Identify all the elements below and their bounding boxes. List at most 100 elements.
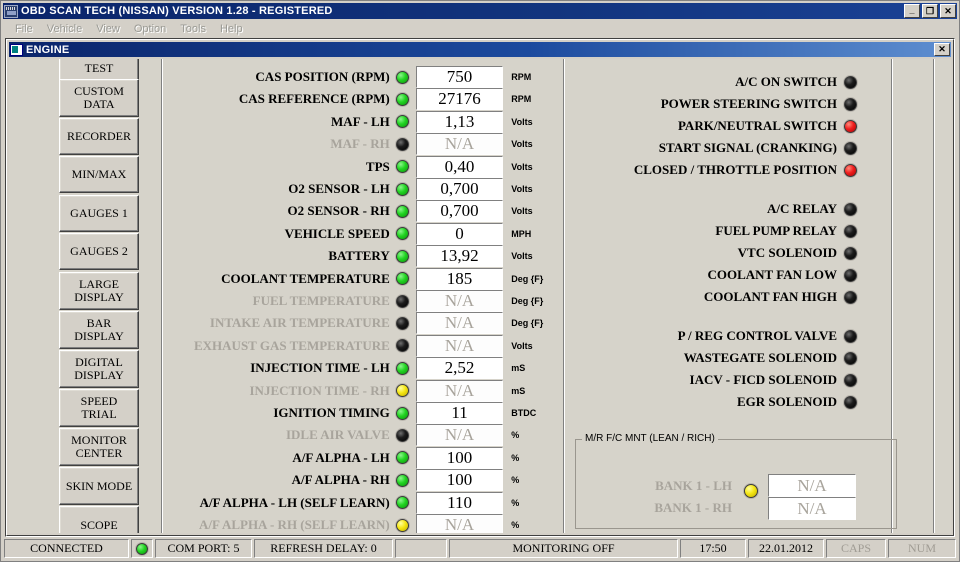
data-row-unit: % [511, 475, 520, 486]
data-row-unit: % [511, 520, 520, 530]
data-row-a-f-alpha-lh[interactable]: A/F ALPHA - LH 100% [167, 446, 563, 469]
status-monitoring: MONITORING OFF [449, 539, 678, 558]
sidebar-button-min-max[interactable]: MIN/MAX [59, 156, 139, 193]
menu-item-option[interactable]: Option [127, 22, 173, 36]
sidebar-button-monitor-center[interactable]: MONITOR CENTER [59, 428, 139, 466]
sidebar-button-recorder[interactable]: RECORDER [59, 118, 139, 155]
menu-item-help[interactable]: Help [213, 22, 250, 36]
data-row-unit: Volts [511, 206, 533, 217]
status-led-green [395, 227, 409, 241]
data-row-unit: RPM [511, 94, 532, 105]
switch-row-a-c-on-switch[interactable]: A/C ON SWITCH [569, 71, 857, 93]
data-row-vehicle-speed[interactable]: VEHICLE SPEED 0 MPH [167, 222, 563, 245]
data-row-fuel-temperature[interactable]: FUEL TEMPERATURE N/A Deg {F} [167, 290, 563, 312]
restore-button[interactable]: ❐ [922, 4, 938, 18]
switch-row-label: PARK/NEUTRAL SWITCH [677, 118, 837, 133]
switch-row-coolant-fan-low[interactable]: COOLANT FAN LOW [569, 264, 857, 286]
sidebar-button-skin-mode[interactable]: SKIN MODE [59, 467, 139, 505]
switch-row-egr-solenoid[interactable]: EGR SOLENOID [569, 391, 857, 413]
data-row-a-f-alpha-lh-self-learn[interactable]: A/F ALPHA - LH (SELF LEARN) 110% [167, 491, 563, 514]
switch-row-start-signal-cranking[interactable]: START SIGNAL (CRANKING) [569, 137, 857, 159]
sidebar-button-bar-display[interactable]: BAR DISPLAY [59, 311, 139, 349]
menu-item-file[interactable]: File [8, 22, 40, 36]
sidebar-button-custom-data[interactable]: CUSTOM DATA [59, 79, 139, 117]
data-row-tps[interactable]: TPS 0,40 Volts [167, 155, 563, 178]
data-row-value: 11 [415, 402, 504, 424]
sidebar-button-digital-display[interactable]: DIGITAL DISPLAY [59, 350, 139, 388]
sidebar-button-test[interactable]: TEST [59, 59, 139, 81]
menu-item-view[interactable]: View [89, 22, 127, 36]
minimize-button[interactable]: _ [904, 4, 920, 18]
data-row-maf-rh[interactable]: MAF - RH N/A Volts [167, 133, 563, 156]
switch-row-p-reg-control-valve[interactable]: P / REG CONTROL VALVE [569, 325, 857, 347]
switch-row-park-neutral-switch[interactable]: PARK/NEUTRAL SWITCH [569, 115, 857, 137]
engine-window-title: ENGINE [26, 43, 70, 56]
data-row-intake-air-temperature[interactable]: INTAKE AIR TEMPERATURE N/A Deg {F} [167, 312, 563, 335]
status-led-off [844, 202, 857, 216]
data-row-o2-sensor-rh[interactable]: O2 SENSOR - RH 0,700 Volts [167, 200, 563, 223]
switch-row-label: POWER STEERING SWITCH [660, 96, 837, 111]
sidebar-button-label: DIGITAL DISPLAY [74, 355, 124, 382]
engine-window-close-button[interactable]: ✕ [934, 43, 950, 56]
switch-row-vtc-solenoid[interactable]: VTC SOLENOID [569, 242, 857, 264]
data-row-exhaust-gas-temperature[interactable]: EXHAUST GAS TEMPERATURE N/A Volts [167, 334, 563, 357]
sidebar-button-large-display[interactable]: LARGE DISPLAY [59, 272, 139, 310]
status-led-off [844, 141, 857, 155]
status-led-green [395, 496, 409, 510]
data-row-label: IGNITION TIMING [273, 405, 390, 420]
sidebar-button-gauges-1[interactable]: GAUGES 1 [59, 195, 139, 232]
data-row-cas-position-rpm[interactable]: CAS POSITION (RPM) 750 RPM [167, 66, 563, 88]
data-row-unit: Deg {F} [511, 318, 544, 329]
data-row-unit: Volts [511, 251, 533, 262]
data-row-a-f-alpha-rh[interactable]: A/F ALPHA - RH 100% [167, 469, 563, 492]
data-row-ignition-timing[interactable]: IGNITION TIMING 11 BTDC [167, 402, 563, 424]
data-row-cas-reference-rpm[interactable]: CAS REFERENCE (RPM) 27176 RPM [167, 88, 563, 111]
status-led-off [395, 137, 409, 151]
status-led-green [395, 182, 409, 196]
data-row-maf-lh[interactable]: MAF - LH 1,13 Volts [167, 110, 563, 133]
data-row-battery[interactable]: BATTERY 13,92 Volts [167, 245, 563, 268]
status-led-green [395, 361, 409, 375]
switch-row-iacv-ficd-solenoid[interactable]: IACV - FICD SOLENOID [569, 369, 857, 391]
status-led-off [844, 351, 857, 365]
sidebar-button-speed-trial[interactable]: SPEED TRIAL [59, 389, 139, 427]
data-row-injection-time-rh[interactable]: INJECTION TIME - RH N/A mS [167, 379, 563, 402]
sidebar-button-label: SPEED TRIAL [80, 394, 118, 421]
data-row-injection-time-lh[interactable]: INJECTION TIME - LH 2,52 mS [167, 357, 563, 380]
data-row-label: COOLANT TEMPERATURE [221, 270, 390, 286]
data-row-value: 0 [415, 222, 504, 245]
data-row-idle-air-valve[interactable]: IDLE AIR VALVE N/A% [167, 424, 563, 447]
switch-row-closed-throttle-position[interactable]: CLOSED / THROTTLE POSITION [569, 159, 857, 181]
data-row-unit: Volts [511, 139, 533, 150]
status-led-off [395, 294, 409, 308]
status-led-green [395, 451, 409, 465]
status-led-off [844, 224, 857, 238]
data-row-a-f-alpha-rh-self-learn[interactable]: A/F ALPHA - RH (SELF LEARN) N/A% [167, 514, 563, 533]
switch-row-a-c-relay[interactable]: A/C RELAY [569, 198, 857, 220]
status-bar: CONNECTED COM PORT: 5 REFRESH DELAY: 0 M… [4, 539, 956, 558]
close-button[interactable]: ✕ [940, 4, 956, 18]
sidebar-button-scope[interactable]: SCOPE [59, 506, 139, 533]
data-row-label: INJECTION TIME - LH [250, 360, 390, 376]
data-row-value: N/A [415, 514, 504, 533]
menu-item-vehicle[interactable]: Vehicle [40, 22, 89, 36]
menu-item-tools[interactable]: Tools [173, 22, 213, 36]
bank1-rh-value: N/A [768, 497, 856, 520]
switch-row-fuel-pump-relay[interactable]: FUEL PUMP RELAY [569, 220, 857, 242]
switch-row-wastegate-solenoid[interactable]: WASTEGATE SOLENOID [569, 347, 857, 369]
status-spacer [395, 539, 447, 558]
sidebar-button-label: TEST [84, 60, 114, 75]
fc-monitor-legend: M/R F/C MNT (LEAN / RICH) [582, 433, 718, 444]
data-row-value: N/A [415, 379, 504, 402]
sidebar-button-gauges-2[interactable]: GAUGES 2 [59, 233, 139, 270]
switch-row-power-steering-switch[interactable]: POWER STEERING SWITCH [569, 93, 857, 115]
data-row-value: 13,92 [415, 245, 504, 268]
data-row-o2-sensor-lh[interactable]: O2 SENSOR - LH 0,700 Volts [167, 178, 563, 200]
data-row-label: A/F ALPHA - LH [292, 449, 390, 465]
data-row-coolant-temperature[interactable]: COOLANT TEMPERATURE 185 Deg {F} [167, 267, 563, 290]
sidebar-button-label: GAUGES 1 [70, 206, 128, 220]
sidebar-button-label: LARGE DISPLAY [74, 277, 124, 304]
data-row-unit: Volts [511, 184, 533, 194]
status-connection: CONNECTED [4, 539, 129, 558]
switch-row-coolant-fan-high[interactable]: COOLANT FAN HIGH [569, 286, 857, 308]
